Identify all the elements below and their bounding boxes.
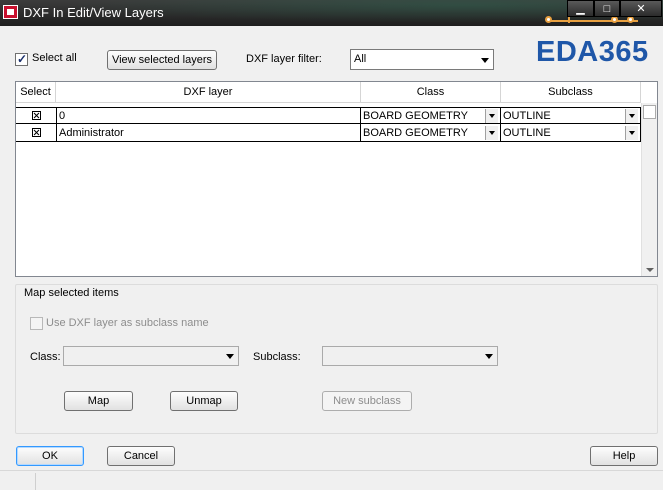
maximize-icon: □ [603, 3, 611, 15]
dxf-layer-filter-label: DXF layer filter: [246, 53, 322, 65]
use-dxf-layer-label: Use DXF layer as subclass name [46, 317, 209, 329]
subclass-value: OUTLINE [503, 110, 551, 122]
close-icon: ✕ [636, 3, 646, 15]
maximize-button[interactable]: □ [594, 0, 620, 17]
select-cell[interactable] [16, 125, 57, 142]
class-cell[interactable]: BOARD GEOMETRY [361, 108, 501, 125]
minimize-icon: ▁ [576, 3, 585, 15]
selected-checkbox-icon[interactable] [31, 110, 41, 120]
column-header-subclass[interactable]: Subclass [501, 82, 641, 103]
layer-grid[interactable]: Select DXF layer Class Subclass 0 BOARD … [15, 81, 658, 277]
subclass-dropdown-icon[interactable] [625, 126, 638, 140]
status-bar-divider [35, 473, 36, 490]
decoration-line [568, 17, 570, 23]
view-selected-layers-button[interactable]: View selected layers [107, 50, 217, 70]
subclass-dropdown-icon[interactable] [625, 109, 638, 123]
app-icon [3, 5, 18, 19]
unmap-button[interactable]: Unmap [170, 391, 238, 411]
minimize-button[interactable]: ▁ [567, 0, 594, 17]
table-row[interactable]: 0 BOARD GEOMETRY OUTLINE [16, 107, 642, 125]
select-all-checkbox[interactable] [15, 52, 28, 66]
subclass-cell[interactable]: OUTLINE [501, 125, 641, 142]
subclass-cell[interactable]: OUTLINE [501, 108, 641, 125]
ok-button[interactable]: OK [16, 446, 84, 466]
cancel-button[interactable]: Cancel [107, 446, 175, 466]
dxf-layer-filter-value: All [354, 53, 367, 65]
decoration-dot [545, 16, 552, 23]
class-label: Class: [30, 351, 61, 363]
help-button[interactable]: Help [590, 446, 658, 466]
chevron-down-icon [485, 354, 493, 359]
class-value: BOARD GEOMETRY [363, 110, 468, 122]
decoration-line [548, 20, 638, 22]
chevron-down-icon [226, 354, 234, 359]
grid-vertical-scrollbar[interactable] [641, 103, 657, 276]
select-all-label: Select all [32, 52, 77, 64]
window-title: DXF In Edit/View Layers [23, 5, 164, 20]
eda365-logo: EDA365 [536, 36, 649, 68]
chevron-down-icon [481, 58, 489, 63]
column-header-dxf-layer[interactable]: DXF layer [56, 82, 361, 103]
class-dropdown-icon[interactable] [485, 109, 498, 123]
new-subclass-button[interactable]: New subclass [322, 391, 412, 411]
selected-checkbox-icon[interactable] [31, 127, 41, 137]
select-cell[interactable] [16, 108, 57, 125]
map-selected-items-label: Map selected items [22, 287, 121, 299]
map-button[interactable]: Map [64, 391, 133, 411]
table-row[interactable]: Administrator BOARD GEOMETRY OUTLINE [16, 125, 642, 142]
dxf-layer-cell[interactable]: 0 [57, 108, 361, 125]
column-header-class[interactable]: Class [361, 82, 501, 103]
close-button[interactable]: ✕ [620, 0, 662, 17]
decoration-dot [611, 16, 618, 23]
dxf-layer-filter-select[interactable]: All [350, 49, 494, 70]
scrollbar-thumb[interactable] [643, 105, 656, 119]
use-dxf-layer-checkbox[interactable] [30, 317, 43, 330]
column-header-select[interactable]: Select [16, 82, 56, 103]
class-cell[interactable]: BOARD GEOMETRY [361, 125, 501, 142]
decoration-dot [627, 16, 634, 23]
subclass-select[interactable] [322, 346, 498, 366]
subclass-label: Subclass: [253, 351, 301, 363]
subclass-value: OUTLINE [503, 127, 551, 139]
class-value: BOARD GEOMETRY [363, 127, 468, 139]
class-select[interactable] [63, 346, 239, 366]
status-bar [0, 471, 663, 490]
class-dropdown-icon[interactable] [485, 126, 498, 140]
scroll-down-arrow-icon[interactable] [646, 268, 654, 272]
dxf-layer-cell[interactable]: Administrator [57, 125, 361, 142]
